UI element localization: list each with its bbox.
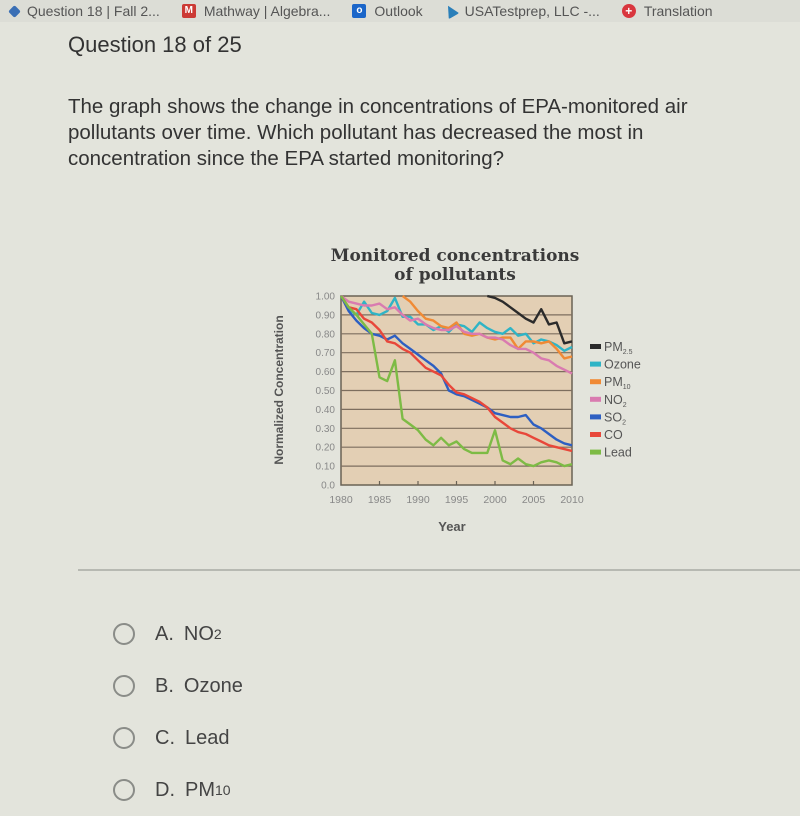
legend-label: NO2 xyxy=(604,393,627,409)
x-tick-label: 2000 xyxy=(483,494,507,506)
option-b[interactable]: B. Ozone xyxy=(113,660,243,712)
y-tick-label: 0.40 xyxy=(316,405,336,416)
legend-swatch xyxy=(590,414,601,420)
y-tick-label: 0.20 xyxy=(316,443,336,454)
option-letter: A. xyxy=(155,622,174,645)
y-tick-label: 0.70 xyxy=(316,348,336,359)
option-letter: B. xyxy=(155,674,174,697)
legend-label: Ozone xyxy=(604,358,641,372)
legend-label: Lead xyxy=(604,446,632,460)
legend-swatch xyxy=(590,361,601,367)
y-axis-label: Normalized Concentration xyxy=(272,315,286,464)
y-tick-label: 0.30 xyxy=(316,424,336,435)
x-tick-label: 1980 xyxy=(329,494,353,506)
option-subscript: 10 xyxy=(215,782,231,798)
y-tick-label: 1.00 xyxy=(316,292,336,303)
legend-swatch xyxy=(590,396,601,402)
y-tick-label: 0.50 xyxy=(316,386,336,397)
option-text: NO xyxy=(183,622,214,645)
option-text: PM xyxy=(185,778,215,801)
x-tick-label: 1985 xyxy=(368,494,392,506)
legend-label: PM2.5 xyxy=(604,340,633,356)
radio-button[interactable] xyxy=(113,779,135,801)
chart-title: Monitored concentrations xyxy=(331,246,580,266)
option-letter: C. xyxy=(155,726,175,749)
y-tick-label: 0.0 xyxy=(321,481,335,492)
x-axis-label: Year xyxy=(438,519,465,534)
radio-button[interactable] xyxy=(113,675,135,697)
x-tick-label: 2005 xyxy=(522,494,546,506)
option-text: Ozone xyxy=(183,674,243,697)
x-tick-label: 1995 xyxy=(445,494,469,506)
divider xyxy=(78,569,800,571)
legend-swatch xyxy=(590,344,601,349)
option-letter: D. xyxy=(155,778,175,801)
y-tick-label: 0.90 xyxy=(316,310,336,321)
option-d[interactable]: D. PM 10 xyxy=(113,764,243,816)
radio-button[interactable] xyxy=(113,727,135,749)
radio-button[interactable] xyxy=(113,623,135,645)
legend-label: SO2 xyxy=(604,410,626,426)
legend-label: PM10 xyxy=(604,375,631,391)
legend-swatch xyxy=(590,449,601,455)
option-a[interactable]: A. NO 2 xyxy=(113,608,243,660)
option-subscript: 2 xyxy=(213,626,222,642)
chart-title: of pollutants xyxy=(394,265,516,285)
pollutant-chart: Monitored concentrationsof pollutants 0.0… xyxy=(272,246,641,534)
y-tick-label: 0.60 xyxy=(316,367,336,378)
x-tick-label: 2010 xyxy=(560,494,584,506)
y-tick-label: 0.80 xyxy=(316,329,336,340)
y-tick-label: 0.10 xyxy=(316,462,336,473)
answer-options: A. NO 2 B. Ozone C. Lead D. PM 10 xyxy=(113,608,243,816)
legend-swatch xyxy=(590,379,601,385)
option-c[interactable]: C. Lead xyxy=(113,712,243,764)
legend-label: CO xyxy=(604,428,623,442)
option-text: Lead xyxy=(185,726,230,749)
x-tick-label: 1990 xyxy=(406,494,430,506)
legend-swatch xyxy=(590,432,601,437)
